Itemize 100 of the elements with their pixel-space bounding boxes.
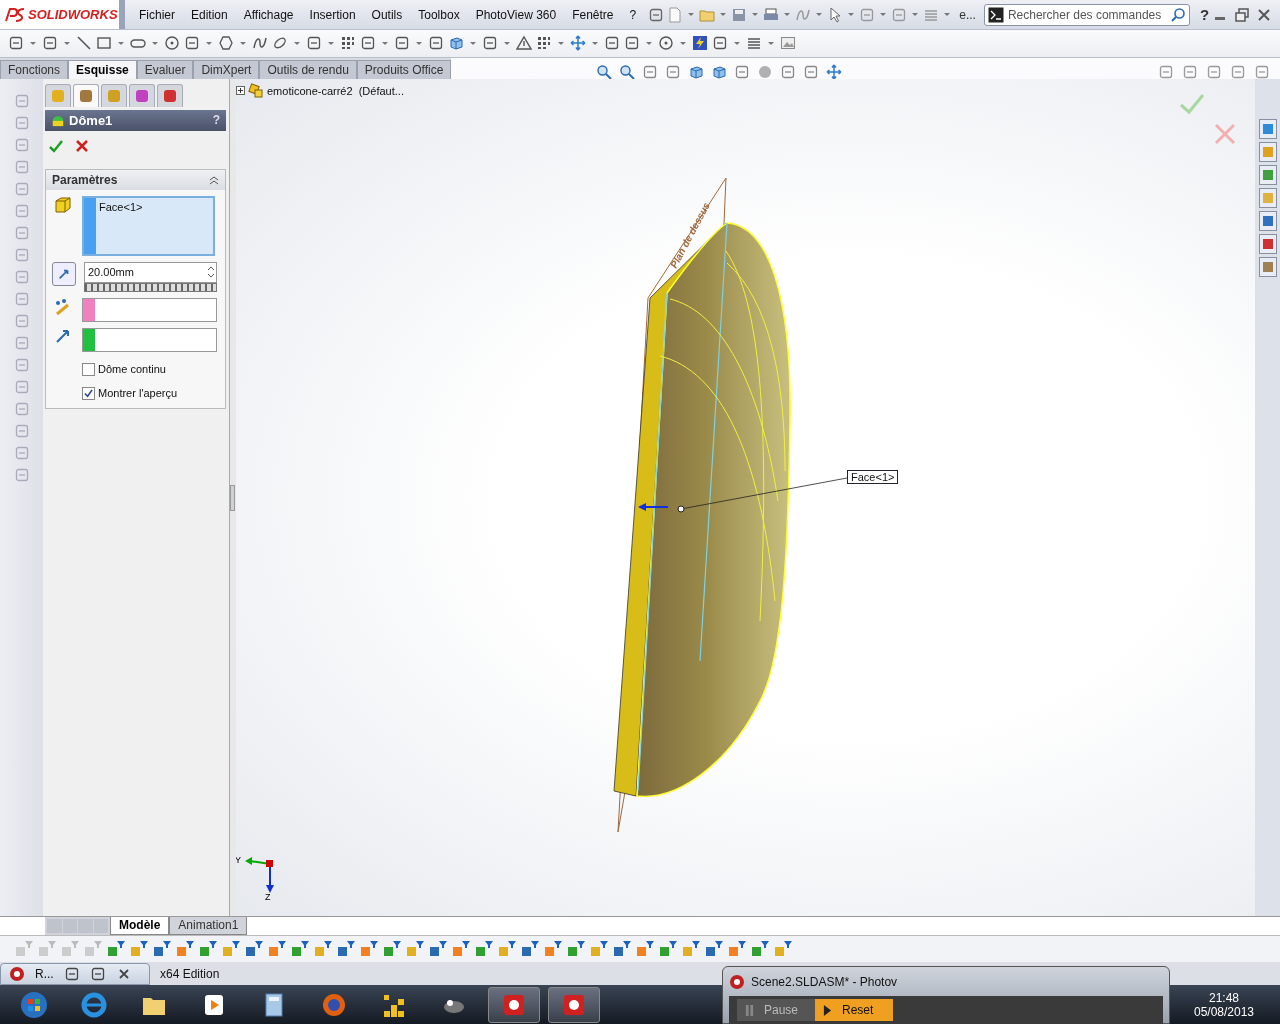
dropdown-arrow-icon[interactable] [680, 41, 686, 45]
selection-filter-icon[interactable] [359, 940, 379, 959]
selection-filter-icon[interactable] [221, 940, 241, 959]
selection-filter-icon[interactable] [198, 940, 218, 959]
selection-filter-icon[interactable] [658, 940, 678, 959]
selection-filter-icon[interactable] [451, 940, 471, 959]
face-selection-list[interactable]: Face<1> [82, 195, 215, 256]
dropdown-arrow-icon[interactable] [944, 13, 951, 16]
save-icon[interactable] [731, 6, 748, 23]
model-tab[interactable]: Animation1 [169, 917, 248, 936]
selection-filter-icon[interactable] [405, 940, 425, 959]
direction-field[interactable] [82, 327, 217, 352]
direction-arrow[interactable] [638, 502, 669, 511]
selection-filter-icon[interactable] [750, 940, 770, 959]
sphere-icon[interactable] [757, 64, 774, 81]
selection-filter-icon[interactable] [612, 940, 632, 959]
task-pane-tab[interactable] [1258, 233, 1277, 254]
dropdown-arrow-icon[interactable] [206, 41, 212, 45]
printer-icon[interactable] [763, 6, 780, 23]
command-tab[interactable]: Produits Office [356, 59, 452, 79]
expand-icon[interactable] [236, 86, 245, 96]
dropdown-arrow-icon[interactable] [30, 41, 36, 45]
selection-filter-icon[interactable] [106, 940, 126, 959]
dropdown-arrow-icon[interactable] [688, 13, 695, 16]
move-icon[interactable] [570, 35, 586, 52]
dropdown-arrow-icon[interactable] [784, 13, 791, 16]
dropdown-arrow-icon[interactable] [382, 41, 388, 45]
zoom-area-icon[interactable] [619, 64, 636, 81]
menu-item[interactable]: Fenêtre [564, 7, 622, 22]
selection-filter-icon[interactable] [267, 940, 287, 959]
dropdown-arrow-icon[interactable] [558, 41, 564, 45]
selection-filter-icon[interactable] [681, 940, 701, 959]
dropdown-arrow-icon[interactable] [848, 13, 855, 16]
search-icon[interactable] [1169, 6, 1186, 23]
selection-filter-icon[interactable] [382, 940, 402, 959]
zoom-icon[interactable] [596, 64, 613, 81]
selection-filter-icon[interactable] [520, 940, 540, 959]
selection-filter-icon[interactable] [543, 940, 563, 959]
model-tab[interactable]: Modèle [110, 917, 170, 936]
panel-tab[interactable] [157, 83, 183, 107]
cube-icon[interactable] [711, 64, 728, 81]
dropdown-arrow-icon[interactable] [118, 41, 124, 45]
search-input[interactable]: Rechercher des commandes [1007, 7, 1166, 22]
menu-item[interactable]: Insertion [301, 7, 364, 22]
help-button[interactable]: ? [212, 113, 220, 128]
move-icon[interactable] [826, 64, 843, 81]
dropdown-arrow-icon[interactable] [646, 41, 652, 45]
dropdown-arrow-icon[interactable] [816, 13, 823, 16]
dropdown-arrow-icon[interactable] [720, 13, 727, 16]
lines-icon[interactable] [746, 35, 762, 52]
dots-grid-icon[interactable] [536, 35, 552, 52]
command-tab[interactable]: Evaluer [136, 59, 194, 79]
collapse-handle[interactable] [230, 484, 235, 511]
dropdown-arrow-icon[interactable] [880, 13, 887, 16]
panel-tab[interactable] [129, 83, 155, 107]
target-icon[interactable] [658, 35, 674, 52]
warning-icon[interactable] [516, 35, 532, 52]
dropdown-arrow-icon[interactable] [752, 13, 759, 16]
selection-filter-icon[interactable] [589, 940, 609, 959]
search-field[interactable]: Rechercher des commandes [983, 3, 1190, 26]
checkmark-icon[interactable] [1180, 93, 1205, 115]
selection-filter-icon[interactable] [290, 940, 310, 959]
circle-icon[interactable] [164, 35, 180, 52]
lightning-icon[interactable] [692, 35, 708, 52]
selection-filter-icon[interactable] [474, 940, 494, 959]
constraint-field[interactable] [82, 297, 217, 322]
dropdown-arrow-icon[interactable] [912, 13, 919, 16]
cube-icon[interactable] [448, 35, 464, 52]
face-callout[interactable]: Face<1> [847, 469, 899, 484]
command-tab[interactable]: Outils de rendu [259, 59, 357, 79]
task-pane-tab[interactable] [1258, 141, 1277, 162]
selection-filter-icon[interactable] [704, 940, 724, 959]
dropdown-arrow-icon[interactable] [734, 41, 740, 45]
checkbox[interactable] [82, 362, 95, 376]
dropdown-arrow-icon[interactable] [768, 41, 774, 45]
selection-filter-icon[interactable] [336, 940, 356, 959]
command-tab[interactable]: DimXpert [193, 59, 260, 79]
rectangle-icon[interactable] [96, 35, 112, 52]
panel-tab[interactable] [101, 83, 127, 107]
selection-filter-icon[interactable] [152, 940, 172, 959]
task-pane-tab[interactable] [1258, 118, 1277, 139]
menu-item[interactable]: Affichage [235, 7, 302, 22]
task-pane-tab[interactable] [1258, 187, 1277, 208]
collapse-icon[interactable] [209, 174, 219, 185]
menu-item[interactable]: Edition [183, 7, 236, 22]
toolbar-overflow-label[interactable]: e... [959, 7, 976, 22]
dropdown-arrow-icon[interactable] [328, 41, 334, 45]
hexagon-icon[interactable] [218, 35, 234, 52]
list-item[interactable]: Face<1> [99, 200, 143, 213]
render-control-button[interactable]: Pause [737, 999, 815, 1021]
grid-icon[interactable] [340, 35, 356, 52]
taskbar-button[interactable] [548, 986, 600, 1023]
distance-field[interactable]: 20.00mm [84, 261, 217, 283]
selection-filter-icon[interactable] [773, 940, 793, 959]
dropdown-arrow-icon[interactable] [294, 41, 300, 45]
command-tab[interactable]: Esquisse [68, 59, 137, 79]
help-button[interactable]: ? [1199, 6, 1210, 23]
menu-item[interactable]: Outils [363, 7, 411, 22]
dropdown-arrow-icon[interactable] [240, 41, 246, 45]
selection-filter-icon[interactable] [566, 940, 586, 959]
